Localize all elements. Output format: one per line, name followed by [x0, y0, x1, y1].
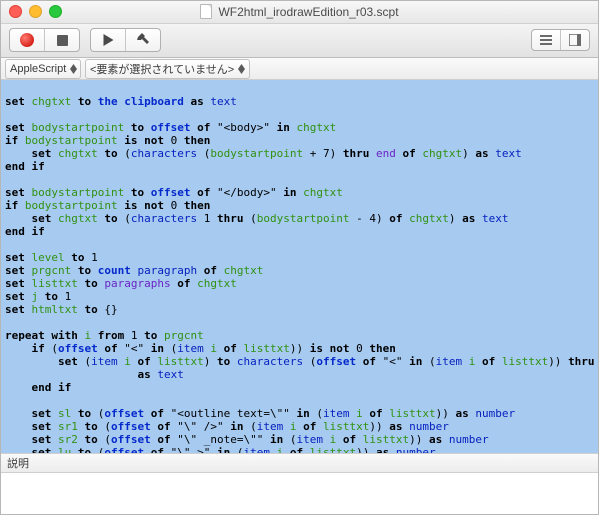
record-icon — [20, 33, 34, 47]
view-sidebar-button[interactable] — [561, 30, 589, 50]
view-bundle-button[interactable] — [532, 30, 561, 50]
title-wrap: WF2html_irodrawEdition_r03.scpt — [1, 4, 598, 19]
view-group — [531, 29, 590, 51]
code-area[interactable]: set chgtxt to the clipboard as text set … — [1, 80, 598, 453]
script-source[interactable]: set chgtxt to the clipboard as text set … — [1, 80, 598, 453]
traffic-lights — [1, 5, 62, 18]
minimize-button[interactable] — [29, 5, 42, 18]
zoom-button[interactable] — [49, 5, 62, 18]
stop-button[interactable] — [45, 29, 79, 51]
navigation-bar: AppleScript <要素が選択されていません> — [1, 58, 598, 81]
language-label: AppleScript — [10, 63, 66, 75]
compile-button[interactable] — [126, 29, 160, 51]
description-label-bar: 説明 — [1, 453, 598, 472]
script-editor-window: WF2html_irodrawEdition_r03.scpt — [0, 0, 599, 515]
chevron-updown-icon — [70, 64, 77, 74]
record-stop-group — [9, 28, 80, 52]
titlebar: WF2html_irodrawEdition_r03.scpt — [1, 1, 598, 24]
toolbar — [1, 24, 598, 58]
hammer-icon — [136, 33, 150, 47]
scope-popup[interactable]: <要素が選択されていません> — [85, 59, 250, 79]
record-button[interactable] — [10, 29, 45, 51]
panel-icon — [569, 34, 581, 46]
chevron-updown-icon — [238, 64, 245, 74]
play-icon — [103, 34, 114, 46]
close-button[interactable] — [9, 5, 22, 18]
description-area[interactable] — [1, 472, 598, 514]
scope-label: <要素が選択されていません> — [90, 61, 234, 77]
run-button[interactable] — [91, 29, 126, 51]
stop-icon — [57, 35, 68, 46]
list-icon — [540, 34, 552, 46]
language-popup[interactable]: AppleScript — [5, 59, 81, 79]
description-label: 説明 — [7, 455, 29, 471]
document-icon — [200, 4, 212, 19]
run-compile-group — [90, 28, 161, 52]
window-title: WF2html_irodrawEdition_r03.scpt — [218, 5, 398, 19]
